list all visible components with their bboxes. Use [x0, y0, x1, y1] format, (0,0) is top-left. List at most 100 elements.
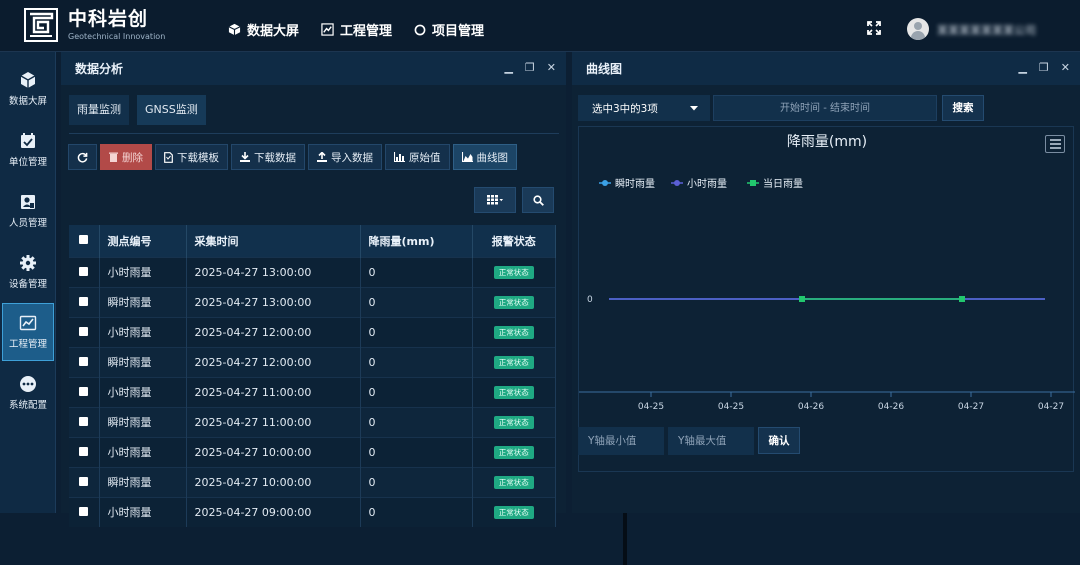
- brand: 中科岩创 Geotechnical Innovation: [68, 8, 165, 41]
- select-all-checkbox[interactable]: [79, 235, 88, 245]
- window-controls: ▁ ❐ ✕: [1018, 62, 1070, 74]
- refresh-icon: [77, 152, 88, 162]
- table-row[interactable]: 小时雨量 2025-04-27 11:00:00 0 正常状态: [69, 376, 556, 407]
- caret-down-icon: [690, 105, 698, 110]
- close-icon[interactable]: ✕: [1061, 62, 1070, 74]
- table-row[interactable]: 小时雨量 2025-04-27 10:00:00 0 正常状态: [69, 436, 556, 467]
- nav-item-management[interactable]: 项目管理: [414, 20, 484, 39]
- user-card-icon: [21, 195, 35, 209]
- table-row[interactable]: 瞬时雨量 2025-04-27 12:00:00 0 正常状态: [69, 346, 556, 377]
- nav-label: 项目管理: [432, 24, 485, 39]
- refresh-button[interactable]: [68, 144, 97, 170]
- row-checkbox[interactable]: [79, 326, 88, 336]
- column-toggle-button[interactable]: [474, 187, 516, 213]
- row-checkbox[interactable]: [79, 476, 88, 486]
- nav-project-management[interactable]: 工程管理: [321, 20, 392, 39]
- series-select[interactable]: 选中3中的3项: [578, 95, 710, 121]
- table-row[interactable]: 瞬时雨量 2025-04-27 10:00:00 0 正常状态: [69, 466, 556, 497]
- column-header[interactable]: 报警状态: [472, 225, 556, 257]
- row-checkbox[interactable]: [79, 386, 88, 396]
- import-data-button[interactable]: 导入数据: [308, 144, 382, 170]
- restore-icon[interactable]: ❐: [1039, 62, 1049, 74]
- status-badge: 正常状态: [493, 416, 534, 429]
- date-range-input[interactable]: 开始时间 - 结束时间: [713, 95, 937, 121]
- y-min-input[interactable]: Y轴最小值: [578, 427, 664, 455]
- y-max-input[interactable]: Y轴最大值: [668, 427, 754, 455]
- delete-button[interactable]: 删除: [100, 144, 152, 170]
- row-checkbox[interactable]: [79, 356, 88, 366]
- tab-gnss[interactable]: GNSS监测: [137, 95, 206, 125]
- status-badge: 正常状态: [493, 446, 534, 459]
- table-row[interactable]: 瞬时雨量 2025-04-27 13:00:00 0 正常状态: [69, 286, 556, 317]
- close-icon[interactable]: ✕: [547, 62, 556, 74]
- restore-icon[interactable]: ❐: [525, 62, 535, 74]
- tab-rain[interactable]: 雨量监测: [69, 95, 129, 125]
- row-checkbox[interactable]: [79, 266, 88, 276]
- x-tick-label: 04-27: [1038, 402, 1064, 412]
- column-header[interactable]: 采集时间: [186, 225, 361, 257]
- row-checkbox[interactable]: [79, 446, 88, 456]
- data-point: [959, 296, 965, 302]
- legend-marker: [674, 180, 680, 186]
- sidebar-item-unit[interactable]: 单位管理: [2, 121, 54, 179]
- raw-value-button[interactable]: 原始值: [385, 144, 450, 170]
- sidebar-item-project[interactable]: 工程管理: [2, 303, 54, 361]
- column-header[interactable]: 测点编号: [99, 225, 187, 257]
- panel-title: 数据分析: [75, 62, 124, 76]
- status-badge: 正常状态: [493, 476, 534, 489]
- download-data-button[interactable]: 下载数据: [231, 144, 305, 170]
- sidebar-item-data-screen[interactable]: 数据大屏: [2, 60, 54, 118]
- legend-marker: [602, 180, 608, 186]
- table-header-row: 测点编号 采集时间 降雨量(mm) 报警状态: [69, 225, 556, 257]
- table-row[interactable]: 小时雨量 2025-04-27 13:00:00 0 正常状态: [69, 256, 556, 287]
- table-cell: 2025-04-27 10:00:00: [186, 466, 361, 497]
- sidebar-item-device[interactable]: 设备管理: [2, 243, 54, 301]
- data-analysis-panel: 数据分析 ▁ ❐ ✕ 雨量监测 GNSS监测 删除 下载模板 下载数据 导入数据: [61, 52, 627, 565]
- sidebar-item-settings[interactable]: 系统配置: [2, 364, 54, 422]
- table-row[interactable]: 小时雨量 2025-04-27 09:00:00 0 正常状态: [69, 496, 556, 527]
- table-cell: 瞬时雨量: [99, 346, 187, 377]
- status-badge: 正常状态: [493, 356, 534, 369]
- row-checkbox[interactable]: [79, 296, 88, 306]
- chart-line-icon: [321, 23, 334, 36]
- x-tick-label: 04-26: [798, 402, 824, 412]
- upload-icon: [317, 152, 327, 162]
- grid-icon: [487, 195, 503, 205]
- minimize-icon[interactable]: ▁: [1018, 62, 1026, 74]
- area-chart-icon: [461, 152, 473, 162]
- minimize-icon[interactable]: ▁: [504, 62, 512, 74]
- search-button[interactable]: 搜索: [942, 95, 984, 121]
- panel-header: 数据分析 ▁ ❐ ✕: [61, 52, 566, 85]
- avatar[interactable]: [907, 18, 929, 40]
- row-select-cell: [69, 436, 100, 467]
- sidebar-item-personnel[interactable]: 人员管理: [2, 182, 54, 240]
- table-cell: 2025-04-27 11:00:00: [186, 376, 361, 407]
- fullscreen-icon[interactable]: [866, 20, 882, 36]
- nav-data-screen[interactable]: 数据大屏: [228, 20, 299, 39]
- table-cell: 0: [360, 436, 473, 467]
- cube-icon: [20, 72, 36, 88]
- trash-icon: [109, 152, 118, 162]
- status-cell: 正常状态: [472, 376, 556, 407]
- curve-chart-button[interactable]: 曲线图: [452, 144, 517, 170]
- status-cell: 正常状态: [472, 256, 556, 287]
- status-cell: 正常状态: [472, 436, 556, 467]
- nav-label: 数据大屏: [247, 24, 300, 39]
- row-checkbox[interactable]: [79, 506, 88, 516]
- table-row[interactable]: 瞬时雨量 2025-04-27 11:00:00 0 正常状态: [69, 406, 556, 437]
- table-search-button[interactable]: [522, 187, 554, 213]
- table-tools: [474, 187, 554, 213]
- window-controls: ▁ ❐ ✕: [504, 62, 556, 74]
- table-row[interactable]: 小时雨量 2025-04-27 12:00:00 0 正常状态: [69, 316, 556, 347]
- cube-icon: [228, 23, 241, 36]
- username[interactable]: 某某某某某某某公司: [937, 22, 1036, 38]
- circle-icon: [414, 24, 426, 35]
- table-cell: 小时雨量: [99, 316, 187, 347]
- legend-label: 当日雨量: [763, 177, 803, 190]
- row-checkbox[interactable]: [79, 416, 88, 426]
- confirm-button[interactable]: 确认: [758, 427, 800, 454]
- download-template-button[interactable]: 下载模板: [155, 144, 228, 170]
- row-select-cell: [69, 346, 100, 377]
- column-header[interactable]: 降雨量(mm): [360, 225, 473, 257]
- file-icon: [164, 151, 173, 163]
